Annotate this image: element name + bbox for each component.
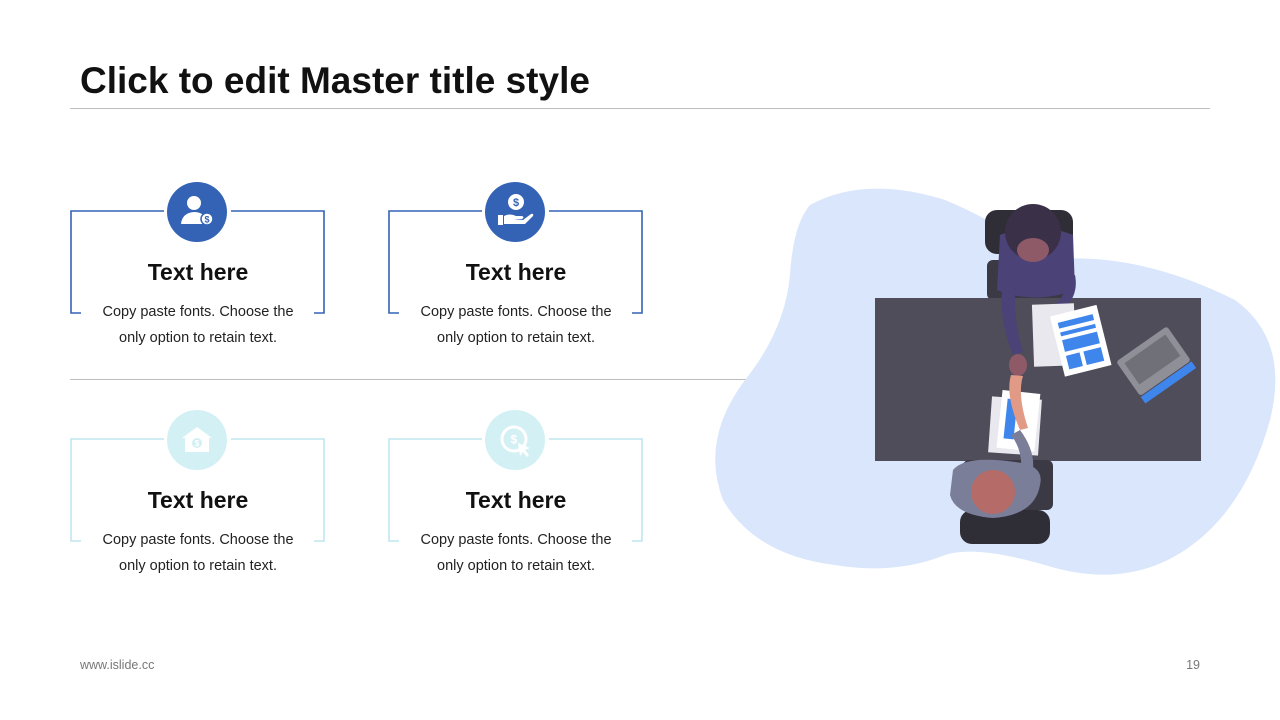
- feature-card: $ Text here Copy paste fonts. Choose the…: [388, 182, 644, 382]
- title-divider: [70, 108, 1210, 109]
- house-dollar-icon: $: [167, 410, 227, 470]
- card-body-text[interactable]: Copy paste fonts. Choose the only option…: [88, 527, 308, 579]
- card-body-text[interactable]: Copy paste fonts. Choose the only option…: [406, 527, 626, 579]
- feature-card: $ Text here Copy paste fonts. Choose the…: [70, 410, 326, 610]
- feature-card: $ Text here Copy paste fonts. Choose the…: [388, 410, 644, 610]
- card-body-text[interactable]: Copy paste fonts. Choose the only option…: [406, 299, 626, 351]
- footer-url[interactable]: www.islide.cc: [80, 658, 154, 672]
- handshake: [1009, 354, 1027, 376]
- card-title[interactable]: Text here: [388, 259, 644, 286]
- svg-text:$: $: [513, 197, 519, 209]
- coin-cursor-icon: $: [485, 410, 545, 470]
- card-body-text[interactable]: Copy paste fonts. Choose the only option…: [88, 299, 308, 351]
- card-title[interactable]: Text here: [70, 487, 326, 514]
- feature-card: $ Text here Copy paste fonts. Choose the…: [70, 182, 326, 382]
- card-title[interactable]: Text here: [388, 487, 644, 514]
- svg-text:$: $: [195, 439, 200, 448]
- businessman-dollar-icon: $: [167, 182, 227, 242]
- card-title[interactable]: Text here: [70, 259, 326, 286]
- svg-text:$: $: [511, 433, 518, 447]
- person-bottom-head: [971, 470, 1015, 514]
- page-number: 19: [1186, 658, 1200, 672]
- svg-text:$: $: [204, 215, 209, 225]
- handshake-illustration: [715, 188, 1276, 575]
- slide-title[interactable]: Click to edit Master title style: [80, 60, 590, 102]
- hand-coin-icon: $: [485, 182, 545, 242]
